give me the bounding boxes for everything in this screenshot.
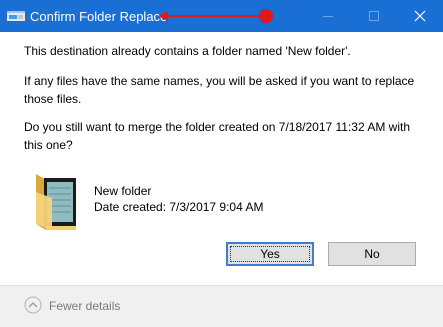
no-button[interactable]: No: [328, 242, 416, 266]
message-line-2a: If any files have the same names, you wi…: [24, 74, 415, 88]
folder-name: New folder: [94, 184, 152, 198]
close-button[interactable]: [397, 0, 443, 32]
focus-rectangle: [230, 246, 310, 262]
chevron-up-icon[interactable]: [24, 296, 42, 314]
maximize-icon: [369, 11, 379, 21]
window-title: Confirm Folder Replace: [30, 9, 168, 24]
minimize-button[interactable]: [305, 0, 351, 32]
fewer-details-link[interactable]: Fewer details: [49, 299, 120, 313]
annotation-arrow: [158, 9, 273, 23]
no-button-label: No: [364, 247, 380, 261]
details-footer: Fewer details: [0, 285, 443, 327]
message-line-3a: Do you still want to merge the folder cr…: [24, 120, 411, 134]
message-line-2b: those files.: [24, 92, 82, 106]
folder-date-created: Date created: 7/3/2017 9:04 AM: [94, 200, 264, 214]
yes-button[interactable]: Yes: [226, 242, 314, 266]
message-line-3b: this one?: [24, 138, 73, 152]
folder-replace-app-icon: [7, 11, 25, 21]
message-replace-info: If any files have the same names, you wi…: [24, 72, 414, 108]
message-merge-question: Do you still want to merge the folder cr…: [24, 118, 410, 154]
folder-icon: [36, 174, 76, 230]
close-icon: [414, 10, 426, 22]
message-line-1: This destination already contains a fold…: [24, 44, 351, 58]
maximize-button[interactable]: [351, 0, 397, 32]
title-bar[interactable]: Confirm Folder Replace: [0, 0, 443, 32]
minimize-icon: [323, 16, 333, 17]
